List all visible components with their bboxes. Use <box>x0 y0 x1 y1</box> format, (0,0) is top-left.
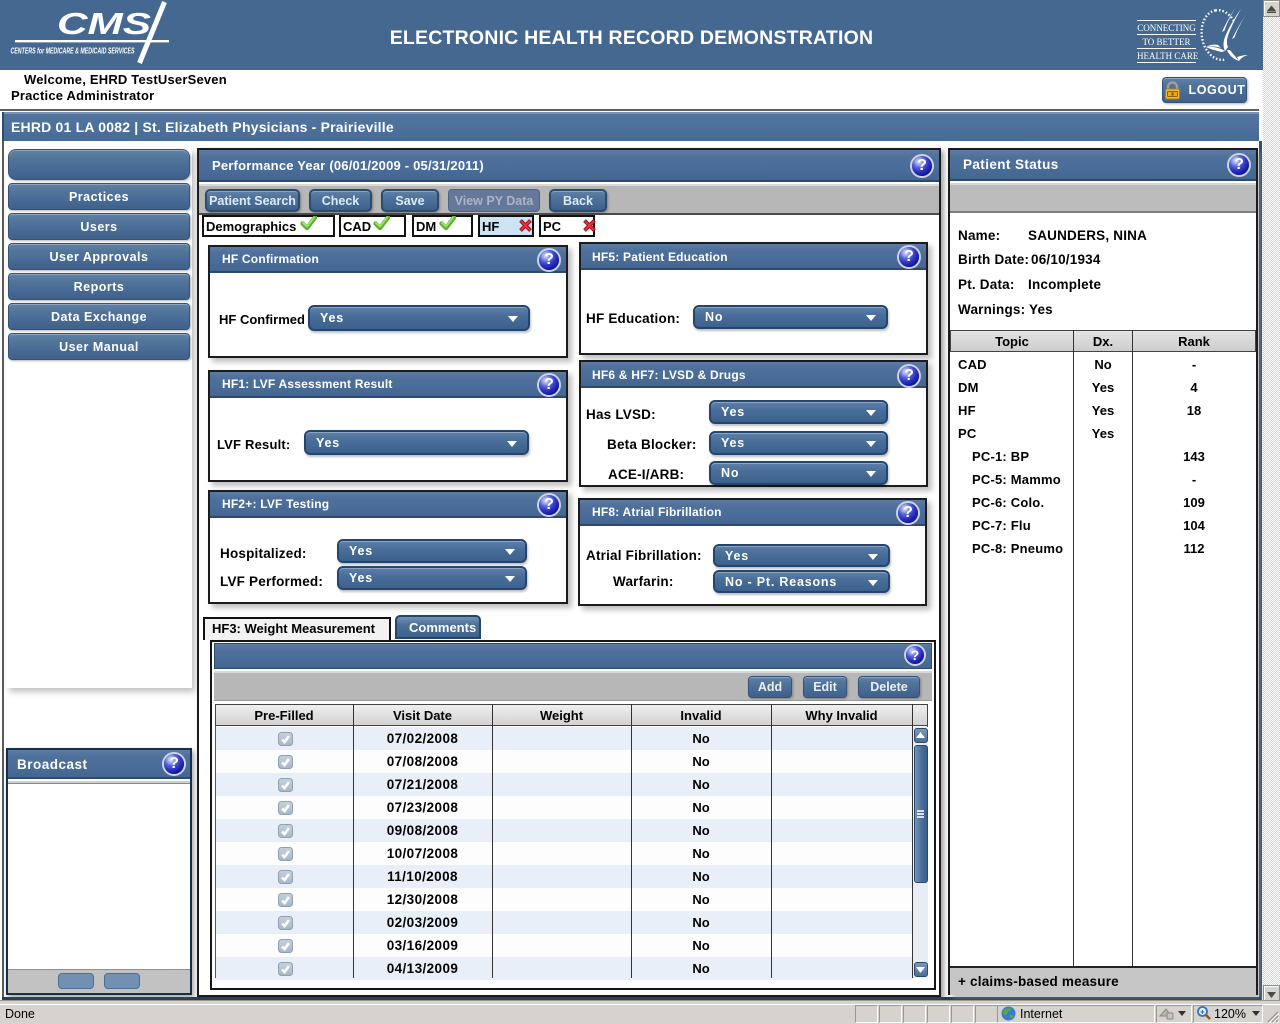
svg-text:+: + <box>1200 1008 1205 1017</box>
